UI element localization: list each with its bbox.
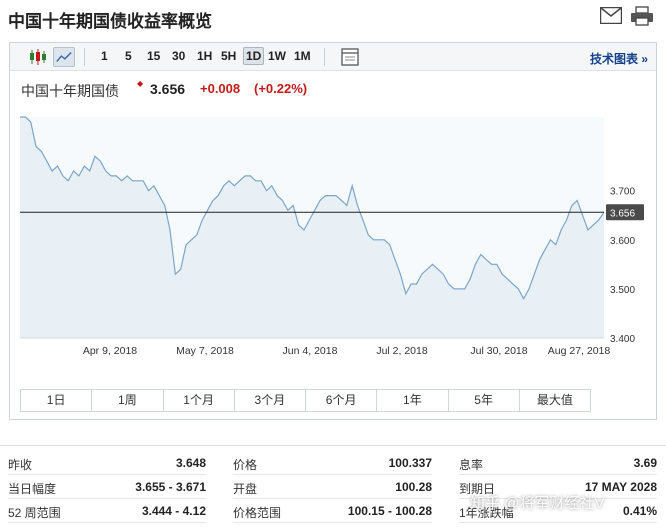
page-title: 中国十年期国债收益率概览: [8, 12, 212, 31]
range-tab-1m[interactable]: 1个月: [163, 390, 235, 411]
stat-row: 开盘 100.28: [233, 476, 432, 499]
mail-icon[interactable]: [600, 7, 622, 24]
range-tabs: 1日 1周 1个月 3个月 6个月 1年 5年 最大值: [20, 389, 591, 412]
stat-value: 100.28: [395, 480, 432, 494]
stat-value: 100.337: [388, 456, 432, 470]
y-tick-label: 3.500: [610, 285, 635, 296]
stat-value: 3.69: [633, 456, 657, 470]
stat-value: 100.15 - 100.28: [347, 504, 432, 518]
stat-label: 息率: [459, 458, 484, 472]
stat-row: 52 周范围 3.444 - 4.12: [8, 500, 206, 523]
y-tick-label: 3.600: [610, 236, 635, 247]
stat-label: 价格: [233, 458, 258, 472]
x-tick-label: Aug 27, 2018: [548, 345, 611, 357]
stat-value: 3.648: [175, 456, 206, 470]
chart-panel: 1 5 15 30 1H 5H 1D 1W 1M 技术图表 » 中国十年期国债 …: [9, 42, 657, 420]
current-value-label: 3.656: [610, 208, 635, 219]
stat-value: 0.41%: [622, 504, 657, 518]
range-tab-6m[interactable]: 6个月: [306, 390, 378, 411]
range-tab-1w[interactable]: 1周: [92, 390, 164, 411]
range-tab-1d[interactable]: 1日: [21, 390, 93, 411]
x-tick-label: Jun 4, 2018: [283, 345, 338, 357]
range-tab-3m[interactable]: 3个月: [234, 390, 306, 411]
x-tick-label: May 7, 2018: [176, 345, 234, 357]
x-tick-label: Jul 30, 2018: [470, 345, 527, 357]
stat-label: 52 周范围: [8, 506, 61, 520]
yield-chart[interactable]: 3.700 3.600 3.500 3.400 3.656 Apr 9, 2018 May …: [10, 43, 656, 388]
stat-value: 3.444 - 4.12: [141, 504, 206, 518]
stat-label: 价格范围: [233, 506, 282, 520]
stat-row: 价格 100.337: [233, 452, 432, 475]
stat-row: 息率 3.69: [459, 452, 657, 475]
stat-label: 当日幅度: [8, 482, 57, 496]
stat-label: 开盘: [233, 482, 258, 496]
range-tab-1y[interactable]: 1年: [377, 390, 449, 411]
y-tick-label: 3.400: [610, 334, 635, 345]
x-tick-label: Jul 2, 2018: [376, 345, 428, 357]
x-tick-label: Apr 9, 2018: [83, 345, 137, 357]
stat-row: 当日幅度 3.655 - 3.671: [8, 476, 206, 499]
stats-divider: [0, 445, 666, 446]
range-tab-5y[interactable]: 5年: [448, 390, 520, 411]
stat-row: 价格范围 100.15 - 100.28: [233, 500, 432, 523]
stat-label: 昨收: [8, 458, 33, 472]
print-icon[interactable]: [630, 6, 654, 26]
stat-row: 昨收 3.648: [8, 452, 206, 475]
stat-value: 3.655 - 3.671: [135, 480, 206, 494]
watermark: 知乎 @将军财经社V: [470, 495, 605, 512]
range-tab-max[interactable]: 最大值: [519, 390, 590, 411]
y-tick-label: 3.700: [610, 187, 635, 198]
